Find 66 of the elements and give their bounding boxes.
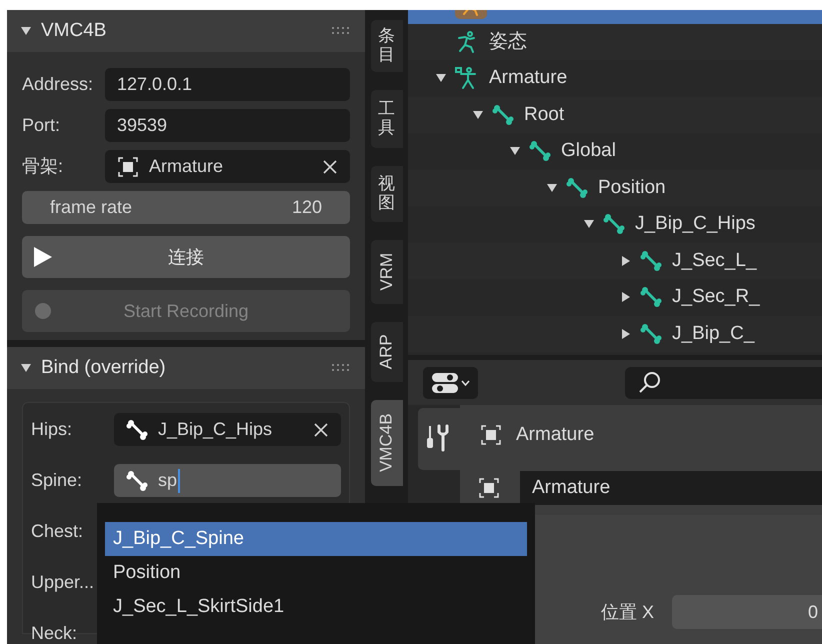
tree-label: Position bbox=[598, 176, 666, 200]
toggle-icon bbox=[430, 372, 470, 394]
connect-button[interactable]: 连接 bbox=[22, 236, 350, 278]
panel-header[interactable]: Bind (override) bbox=[7, 347, 365, 389]
tree-label: J_Bip_C_Hips bbox=[635, 212, 756, 236]
input-field[interactable]: 127.0.0.1 bbox=[105, 68, 350, 101]
search-icon bbox=[637, 370, 663, 396]
tree-label: Global bbox=[561, 139, 616, 163]
record-dot-icon bbox=[34, 302, 52, 320]
close-icon bbox=[322, 158, 338, 174]
object-icon bbox=[117, 156, 139, 178]
tree-label: J_Sec_L_ bbox=[672, 248, 757, 272]
tree-label: J_Bip_C_ bbox=[672, 322, 754, 346]
tool-tab[interactable] bbox=[418, 408, 460, 470]
close-icon bbox=[313, 422, 329, 438]
sidebar-tab[interactable]: 工具 bbox=[370, 90, 402, 148]
field-value: 120 bbox=[292, 196, 322, 219]
text-cursor bbox=[178, 468, 180, 492]
search-field[interactable] bbox=[625, 366, 822, 398]
number-field[interactable]: 0 bbox=[672, 595, 822, 629]
field-label: 位置 X bbox=[600, 600, 655, 624]
input-field[interactable]: sp bbox=[114, 464, 341, 497]
panel-header[interactable]: VMC4B bbox=[7, 10, 365, 52]
input-field[interactable]: Armature bbox=[520, 471, 822, 505]
object-icon bbox=[478, 477, 500, 499]
play-icon bbox=[34, 247, 52, 267]
tree-label: J_Sec_R_ bbox=[672, 285, 760, 309]
editor-type-button[interactable] bbox=[423, 366, 478, 398]
bone-icon bbox=[640, 322, 662, 345]
sidebar-tab[interactable]: 视图 bbox=[370, 166, 402, 222]
object-icon bbox=[480, 424, 502, 446]
field-label: Chest: bbox=[31, 520, 84, 543]
panel-title: Bind (override) bbox=[41, 356, 166, 380]
input-field[interactable]: 39539 bbox=[105, 109, 350, 142]
number-field[interactable]: frame rate 120 bbox=[22, 191, 350, 224]
bone-icon bbox=[603, 213, 625, 236]
bone-icon bbox=[126, 470, 148, 492]
bone-icon bbox=[566, 176, 588, 199]
stick-figure-icon bbox=[455, 66, 479, 90]
bone-icon bbox=[529, 140, 551, 162]
field-label: Spine: bbox=[31, 469, 84, 492]
field-label: Port: bbox=[22, 114, 62, 137]
dropdown-item[interactable]: Position bbox=[105, 556, 527, 590]
tree-label: 姿态 bbox=[489, 30, 527, 54]
field-label: frame rate bbox=[50, 196, 132, 219]
input-field[interactable]: J_Bip_C_Hips bbox=[114, 413, 341, 446]
bone-icon bbox=[640, 250, 662, 272]
bone-icon bbox=[492, 104, 514, 126]
dropdown-item[interactable]: J_Sec_L_SkirtSide1 bbox=[105, 590, 527, 624]
field-label: Hips: bbox=[31, 418, 74, 441]
bone-icon bbox=[640, 286, 662, 308]
tree-label: Root bbox=[524, 102, 564, 126]
sidebar-tab[interactable]: VRM bbox=[370, 240, 402, 304]
sidebar-tab[interactable]: VMC4B bbox=[370, 400, 402, 486]
field-label: Address: bbox=[22, 73, 94, 96]
sidebar-tab[interactable]: ARP bbox=[370, 322, 402, 382]
field-label: Upper... bbox=[31, 571, 96, 594]
panel-title: VMC4B bbox=[41, 18, 106, 43]
field-label: Neck: bbox=[31, 622, 78, 644]
object-name: Armature bbox=[516, 422, 594, 447]
dropdown-item[interactable]: J_Bip_C_Spine bbox=[105, 522, 527, 556]
bone-icon bbox=[126, 418, 148, 440]
field-label: 骨架: bbox=[22, 155, 64, 178]
tree-label: Armature bbox=[489, 66, 568, 90]
input-field[interactable]: Armature bbox=[105, 150, 350, 183]
sidebar-tab[interactable]: 条目 bbox=[370, 20, 402, 72]
